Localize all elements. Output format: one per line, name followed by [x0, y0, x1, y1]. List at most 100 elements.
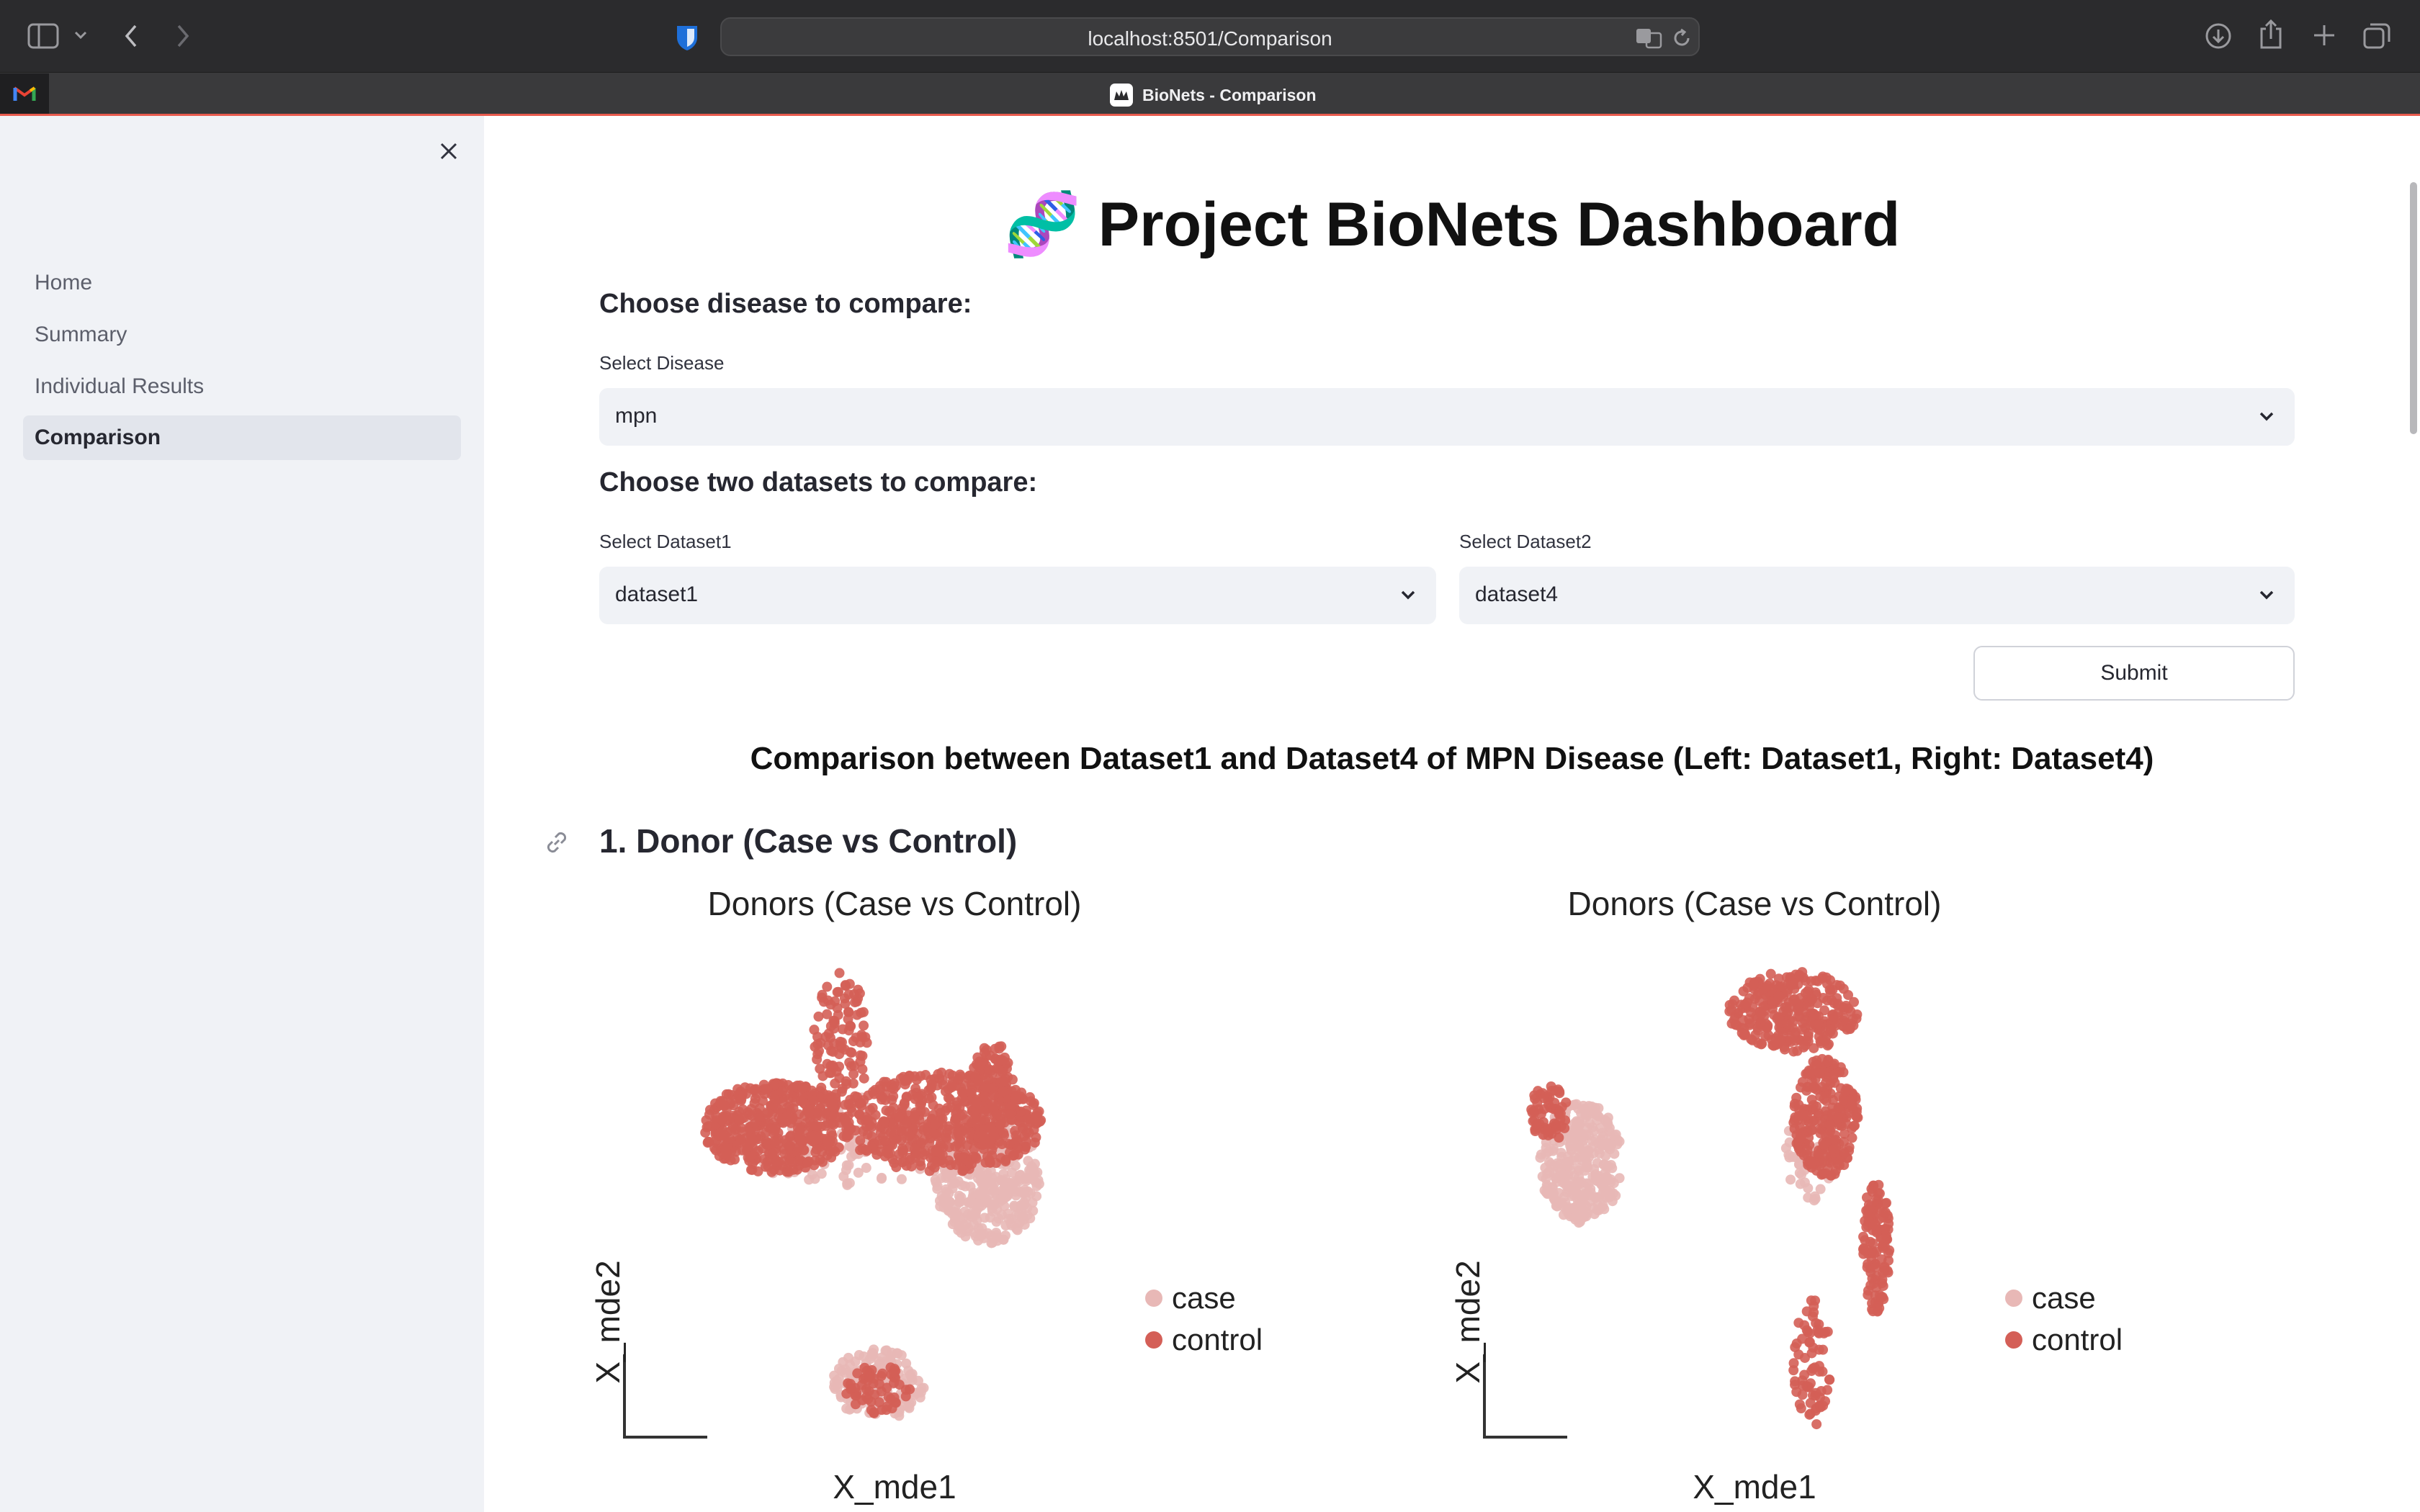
scatter-point-control [877, 1368, 888, 1379]
sidebar-item-comparison[interactable]: Comparison [23, 415, 461, 460]
scatter-point-control [813, 1011, 824, 1022]
scatter-point-case [1583, 1179, 1594, 1189]
forward-icon[interactable] [174, 23, 192, 49]
scatter-point-control [1872, 1306, 1883, 1317]
tabs-overview-icon[interactable] [2362, 22, 2391, 50]
scatter-point-control [943, 1092, 954, 1103]
page-title: 🧬 Project BioNets Dashboard [484, 188, 2420, 261]
scatter-point-control [991, 1108, 1002, 1119]
gmail-pinned-tab[interactable] [0, 73, 49, 114]
scatter-point-case [1002, 1191, 1013, 1202]
select-dataset1-label: Select Dataset1 [599, 531, 732, 552]
download-icon[interactable] [2204, 22, 2233, 50]
back-icon[interactable] [122, 23, 140, 49]
reload-icon[interactable] [1671, 27, 1693, 49]
select-dataset2-dropdown[interactable]: dataset4 [1459, 567, 2295, 624]
scatter-point-control [971, 1153, 982, 1164]
bitwarden-icon[interactable] [674, 23, 700, 52]
select-disease-label: Select Disease [599, 352, 725, 374]
scatter-point-control [833, 986, 844, 997]
share-icon[interactable] [2259, 19, 2283, 50]
scatter-point-control [1739, 999, 1750, 1010]
scatter-point-control [871, 1149, 882, 1160]
scatter-point-case [955, 1197, 966, 1207]
scatter-point-control [843, 1007, 854, 1017]
scatter-point-case [1599, 1159, 1610, 1170]
scatter-point-control [1785, 980, 1796, 991]
scatter-point-control [834, 968, 845, 978]
scatter-point-case [1794, 1168, 1805, 1179]
scatter-point-control [915, 1071, 926, 1081]
scatter-point-control [900, 1075, 911, 1086]
scatter-point-control [783, 1166, 794, 1177]
x-axis-label: X_mde1 [1693, 1468, 1816, 1506]
active-tab[interactable]: BioNets - Comparison [1109, 81, 1317, 109]
scatter-point-control [736, 1094, 747, 1104]
scatter-point-case [841, 1403, 852, 1414]
scatter-point-control [978, 1092, 989, 1102]
scatter-point-control [1822, 1040, 1833, 1051]
scatter-point-control [841, 1132, 852, 1143]
donor-scatter-plot-dataset4: Donors (Case vs Control) X_mde1 X_mde2 case… [1449, 886, 2123, 1506]
scatter-point-control [1800, 988, 1811, 999]
scatter-point-case [1585, 1118, 1595, 1129]
scatter-point-control [745, 1151, 756, 1162]
address-bar[interactable]: localhost:8501/Comparison [720, 17, 1700, 56]
scatter-point-control [1782, 1019, 1793, 1030]
scatter-point-control [997, 1139, 1008, 1150]
scatter-point-control [1005, 1109, 1016, 1120]
scatter-point-control [855, 1056, 866, 1067]
sidebar-item-summary[interactable]: Summary [23, 312, 461, 357]
scatter-point-control [980, 1106, 990, 1117]
scatter-point-control [956, 1086, 967, 1097]
scatter-point-control [1799, 1320, 1810, 1331]
sidebar-item-home[interactable]: Home [23, 261, 461, 305]
scatter-point-control [1857, 1244, 1868, 1255]
sidebar-item-individual-results[interactable]: Individual Results [23, 364, 461, 409]
chevron-down-icon[interactable] [73, 30, 88, 40]
scatter-point-control [1749, 979, 1760, 990]
scatter-point-control [704, 1104, 715, 1115]
select-dataset1-dropdown[interactable]: dataset1 [599, 567, 1436, 624]
scatter-point-control [1737, 1014, 1748, 1025]
scatter-point-control [1814, 1148, 1824, 1159]
close-icon[interactable] [438, 140, 460, 162]
datasets-section-label: Choose two datasets to compare: [599, 467, 1038, 498]
scatter-point-control [1809, 1081, 1819, 1092]
scatter-point-control [1819, 1139, 1829, 1150]
scatter-point-control [1824, 1120, 1835, 1131]
scatter-point-case [1810, 1194, 1821, 1205]
select-dataset1-value: dataset1 [615, 582, 699, 606]
legend-label-case: case [2032, 1281, 2096, 1315]
scatter-point-control [794, 1125, 805, 1135]
scatter-point-control [1796, 1082, 1806, 1093]
scatter-point-control [836, 1086, 847, 1097]
scatter-point-case [1780, 1143, 1791, 1153]
link-icon[interactable] [543, 829, 570, 856]
scatter-point-case [1587, 1101, 1597, 1112]
scatter-point-control [850, 1382, 861, 1393]
scatter-point-case [1025, 1166, 1036, 1177]
scatter-point-control [1554, 1086, 1565, 1097]
translate-icon[interactable] [1635, 27, 1664, 49]
scatter-point-control [1788, 1117, 1799, 1128]
section1-heading: 1. Donor (Case vs Control) [599, 822, 1018, 860]
new-tab-icon[interactable] [2312, 23, 2336, 48]
scatter-point-control [957, 1109, 968, 1120]
sidebar-toggle-icon[interactable] [27, 23, 59, 49]
scatter-point-control [1796, 1133, 1806, 1143]
scatter-point-case [1018, 1188, 1029, 1199]
scatter-point-control [954, 1152, 965, 1163]
scatter-point-control [877, 1131, 888, 1142]
scatter-point-case [1003, 1208, 1013, 1219]
select-disease-dropdown[interactable]: mpn [599, 388, 2295, 446]
scatter-points [1526, 967, 1895, 1430]
scatter-point-case [853, 1350, 864, 1361]
scatter-point-case [894, 1410, 905, 1421]
submit-button[interactable]: Submit [1973, 646, 2295, 701]
scatter-point-control [1010, 1094, 1021, 1104]
scatter-point-control [1538, 1093, 1549, 1104]
scatter-point-control [924, 1166, 935, 1176]
scatter-point-control [870, 1110, 881, 1120]
legend-label-case: case [1172, 1281, 1236, 1315]
